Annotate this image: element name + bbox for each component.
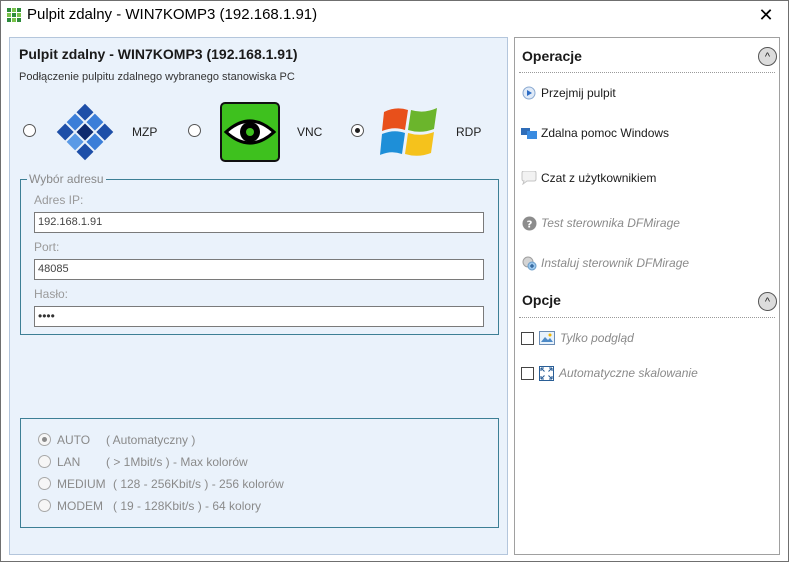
radio-rdp[interactable] bbox=[351, 124, 364, 137]
action-take-over-desktop[interactable]: Przejmij pulpit bbox=[521, 84, 616, 102]
quality-group: AUTO ( Automatyczny ) LAN ( > 1Mbit/s ) … bbox=[20, 418, 499, 528]
preview-image-icon bbox=[539, 331, 555, 345]
chat-bubble-icon bbox=[521, 170, 537, 186]
radio-mzp[interactable] bbox=[23, 124, 36, 137]
svg-text:?: ? bbox=[526, 219, 532, 230]
action-install-dfmirage[interactable]: Instaluj sterownik DFMirage bbox=[521, 254, 689, 272]
port-input[interactable]: 48085 bbox=[34, 259, 484, 280]
scale-icon bbox=[539, 365, 554, 381]
quality-medium-label: MEDIUM bbox=[57, 477, 106, 491]
label-vnc: VNC bbox=[297, 125, 323, 139]
title-bar[interactable]: Pulpit zdalny - WIN7KOMP3 (192.168.1.91)… bbox=[1, 1, 788, 30]
window-title: Pulpit zdalny - WIN7KOMP3 (192.168.1.91) bbox=[27, 6, 318, 23]
quality-auto-desc: ( Automatyczny ) bbox=[106, 433, 196, 447]
options-divider bbox=[519, 317, 775, 318]
radio-quality-modem[interactable] bbox=[38, 499, 51, 512]
address-group: Wybór adresu Adres IP: 192.168.1.91 Port… bbox=[20, 172, 499, 335]
help-icon: ? bbox=[521, 215, 537, 231]
label-mzp: MZP bbox=[132, 125, 158, 139]
chevron-up-icon: ^ bbox=[764, 295, 771, 308]
action-label: Czat z użytkownikiem bbox=[541, 171, 657, 185]
options-collapse-button[interactable]: ^ bbox=[758, 292, 777, 311]
action-test-dfmirage[interactable]: ? Test sterownika DFMirage bbox=[521, 214, 680, 232]
port-label: Port: bbox=[34, 240, 60, 254]
checkbox-preview-only[interactable] bbox=[521, 331, 534, 345]
operations-title: Operacje bbox=[522, 48, 582, 64]
ip-input[interactable]: 192.168.1.91 bbox=[34, 212, 484, 233]
play-icon bbox=[521, 85, 537, 101]
chevron-up-icon: ^ bbox=[764, 50, 771, 63]
quality-lan-desc: ( > 1Mbit/s ) - Max kolorów bbox=[106, 455, 248, 469]
quality-auto-label: AUTO bbox=[57, 433, 91, 447]
mzp-logo-icon bbox=[56, 103, 114, 161]
operations-divider bbox=[519, 72, 775, 73]
app-icon bbox=[7, 8, 21, 22]
option-label: Automatyczne skalowanie bbox=[559, 366, 698, 380]
option-preview-only[interactable]: Tylko podgląd bbox=[521, 330, 634, 346]
close-icon: ✕ bbox=[758, 5, 774, 25]
quality-medium-desc: ( 128 - 256Kbit/s ) - 256 kolorów bbox=[113, 477, 284, 491]
quality-modem-desc: ( 19 - 128Kbit/s ) - 64 kolory bbox=[113, 499, 262, 513]
install-driver-icon bbox=[521, 255, 537, 271]
panel-title: Pulpit zdalny - WIN7KOMP3 (192.168.1.91) bbox=[19, 46, 298, 62]
address-legend: Wybór adresu bbox=[27, 172, 106, 186]
label-rdp: RDP bbox=[456, 125, 482, 139]
password-input[interactable]: •••• bbox=[34, 306, 484, 327]
action-label: Zdalna pomoc Windows bbox=[541, 126, 670, 140]
remote-desktop-window: Pulpit zdalny - WIN7KOMP3 (192.168.1.91)… bbox=[0, 0, 789, 562]
operations-collapse-button[interactable]: ^ bbox=[758, 47, 777, 66]
radio-quality-auto[interactable] bbox=[38, 433, 51, 446]
options-title: Opcje bbox=[522, 292, 561, 308]
option-auto-scaling[interactable]: Automatyczne skalowanie bbox=[521, 365, 698, 381]
windows-logo-icon bbox=[380, 108, 437, 156]
eye-icon bbox=[220, 102, 280, 162]
quality-lan-label: LAN bbox=[57, 455, 81, 469]
quality-modem-label: MODEM bbox=[57, 499, 103, 513]
action-label: Przejmij pulpit bbox=[541, 86, 616, 100]
option-label: Tylko podgląd bbox=[560, 331, 634, 345]
action-chat-with-user[interactable]: Czat z użytkownikiem bbox=[521, 169, 656, 187]
close-button[interactable]: ✕ bbox=[744, 1, 788, 30]
operations-panel: Operacje ^ Przejmij pulpit Zdalna pomoc … bbox=[514, 37, 780, 555]
checkbox-auto-scaling[interactable] bbox=[521, 366, 534, 380]
action-label: Test sterownika DFMirage bbox=[541, 216, 680, 230]
radio-quality-medium[interactable] bbox=[38, 477, 51, 490]
radio-vnc[interactable] bbox=[188, 124, 201, 137]
action-windows-remote-help[interactable]: Zdalna pomoc Windows bbox=[521, 124, 669, 142]
connection-panel: Pulpit zdalny - WIN7KOMP3 (192.168.1.91)… bbox=[9, 37, 508, 555]
action-label: Instaluj sterownik DFMirage bbox=[541, 256, 690, 270]
ip-label: Adres IP: bbox=[34, 193, 84, 207]
radio-quality-lan[interactable] bbox=[38, 455, 51, 468]
panel-subtitle: Podłączenie pulpitu zdalnego wybranego s… bbox=[19, 71, 295, 83]
remote-help-icon bbox=[521, 125, 537, 141]
password-label: Hasło: bbox=[34, 287, 69, 301]
